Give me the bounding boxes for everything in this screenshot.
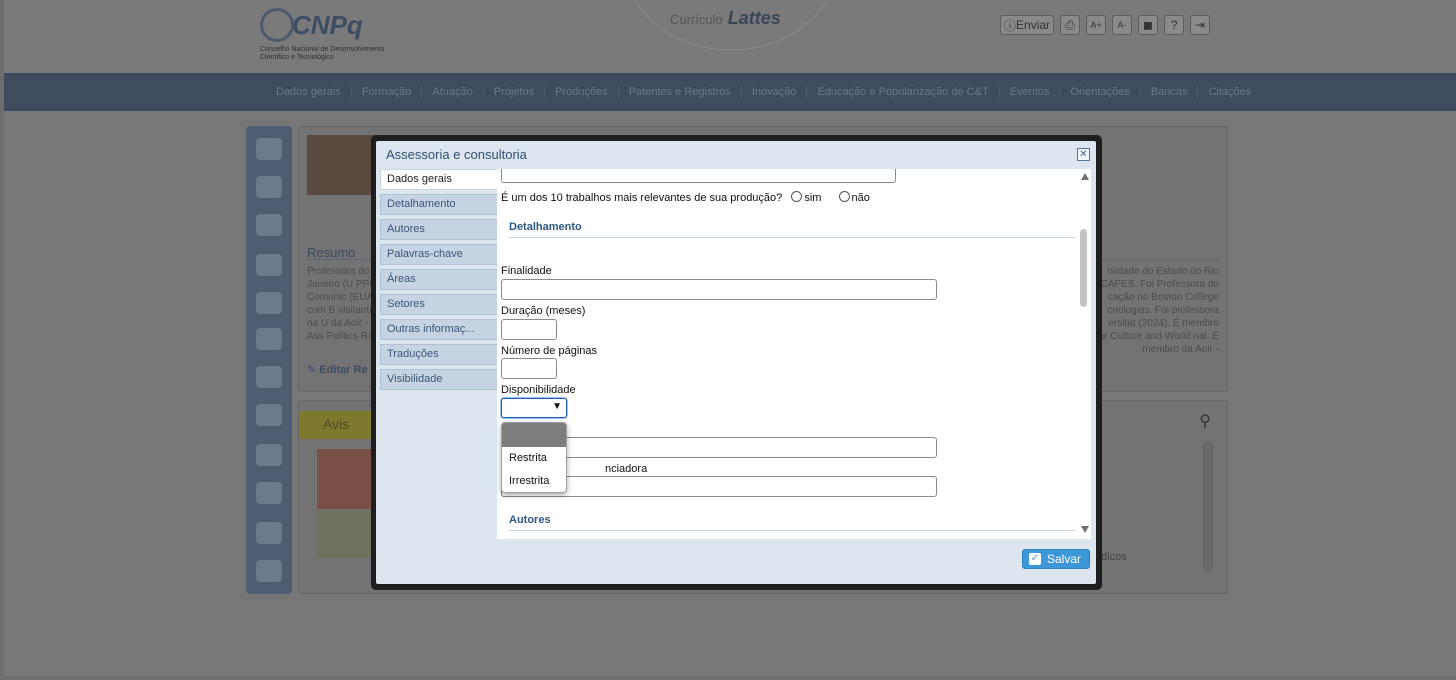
section-autores-divider xyxy=(509,530,1075,531)
info-icon: ⓘ xyxy=(1004,18,1017,33)
tab-setores[interactable]: Setores xyxy=(380,294,498,315)
nav-producoes[interactable]: Produções xyxy=(545,85,619,99)
editar-resumo-link[interactable]: ✎ Editar Re xyxy=(307,363,368,376)
documents-icon[interactable] xyxy=(256,404,282,426)
scroll-up-icon[interactable] xyxy=(1081,173,1089,180)
save-label: Salvar xyxy=(1047,552,1082,566)
disponibilidade-dropdown: Restrita Irrestrita xyxy=(501,422,567,493)
import-icon[interactable] xyxy=(256,560,282,582)
contrast-icon[interactable]: ◼ xyxy=(1138,15,1159,35)
network-icon[interactable] xyxy=(256,138,282,160)
search-icon[interactable]: ⚲ xyxy=(1199,411,1211,431)
tab-outras-informacoes[interactable]: Outras informaç... xyxy=(380,319,498,340)
scroll-thumb[interactable] xyxy=(1080,229,1087,307)
tab-traducoes[interactable]: Traduções xyxy=(380,344,498,365)
aviso-header: Avis xyxy=(299,411,381,439)
finalidade-input[interactable] xyxy=(501,279,937,300)
edit-icon: ✎ xyxy=(307,364,320,376)
modal-tabs: Dados gerais Detalhamento Autores Palavr… xyxy=(380,169,502,394)
disponibilidade-select[interactable]: ▼ xyxy=(501,398,567,418)
head-gear-icon[interactable] xyxy=(256,328,282,350)
resumo-title: Resumo xyxy=(307,245,356,260)
top-header: CNPq Conselho Nacional de Desenvolviment… xyxy=(4,0,1456,73)
save-button[interactable]: ✓ Salvar xyxy=(1022,549,1090,569)
nav-patentes[interactable]: Patentes e Registros xyxy=(619,85,742,99)
nav-formacao[interactable]: Formação xyxy=(352,85,423,99)
nav-educacao[interactable]: Educação e Popularização de C&T xyxy=(807,85,1000,99)
radio-sim-label: sim xyxy=(804,192,822,204)
enviar-button[interactable]: ⓘ Enviar xyxy=(1000,15,1055,35)
export-icon[interactable] xyxy=(256,522,282,544)
previous-field-input[interactable] xyxy=(501,169,896,183)
radio-nao-label: não xyxy=(851,192,870,204)
nav-projetos[interactable]: Projetos xyxy=(484,85,546,99)
nav-citacoes[interactable]: Citações xyxy=(1198,85,1261,99)
help-icon[interactable]: ? xyxy=(1164,15,1185,35)
aviso-scrollbar[interactable] xyxy=(1203,441,1213,571)
nav-inovacao[interactable]: Inovação xyxy=(742,85,808,99)
magnifier-icon[interactable] xyxy=(256,292,282,314)
financiadora-label: nciadora xyxy=(605,463,648,475)
relevant-question: É um dos 10 trabalhos mais relevantes de… xyxy=(501,191,870,204)
editar-label: Editar Re xyxy=(319,364,368,376)
tab-detalhamento[interactable]: Detalhamento xyxy=(380,194,498,215)
nav-orientacoes[interactable]: Orientações xyxy=(1060,85,1141,99)
print-icon[interactable]: ⎙ xyxy=(1060,15,1081,35)
radio-sim[interactable] xyxy=(791,191,803,202)
aviso-label: Avis xyxy=(323,416,350,432)
people-search-icon[interactable] xyxy=(256,254,282,276)
section-detalhamento-divider xyxy=(509,237,1075,238)
duracao-input[interactable] xyxy=(501,319,557,340)
chevron-down-icon: ▼ xyxy=(552,401,562,412)
left-icon-rail xyxy=(246,126,292,594)
lattes-logo-small: Currículo xyxy=(670,12,723,27)
font-decrease-icon[interactable]: A- xyxy=(1112,15,1133,35)
cnpq-logo[interactable]: CNPq Conselho Nacional de Desenvolviment… xyxy=(256,6,396,66)
paginas-input[interactable] xyxy=(501,358,557,379)
exit-icon[interactable]: ⇥ xyxy=(1190,15,1211,35)
tab-palavras-chave[interactable]: Palavras-chave xyxy=(380,244,498,265)
nav-eventos[interactable]: Eventos xyxy=(1000,85,1061,99)
dropdown-option-restrita[interactable]: Restrita xyxy=(502,447,566,470)
lattes-logo: Currículo Lattes xyxy=(670,8,781,29)
assessoria-modal: Assessoria e consultoria ✕ Dados gerais … xyxy=(376,141,1096,584)
relevant-question-text: É um dos 10 trabalhos mais relevantes de… xyxy=(501,192,783,204)
tab-autores[interactable]: Autores xyxy=(380,219,498,240)
cnpq-logo-text: CNPq xyxy=(292,10,363,40)
top-toolbar: ⓘ Enviar ⎙ A+ A- ◼ ? ⇥ xyxy=(1000,15,1211,37)
bus-icon[interactable] xyxy=(256,482,282,504)
modal-content: É um dos 10 trabalhos mais relevantes de… xyxy=(497,169,1091,539)
lattes-logo-big: Lattes xyxy=(727,8,781,28)
section-detalhamento: Detalhamento xyxy=(509,221,582,233)
enviar-label: Enviar xyxy=(1016,18,1051,32)
scroll-down-icon[interactable] xyxy=(1081,526,1089,533)
modal-title: Assessoria e consultoria xyxy=(386,147,527,162)
tab-dados-gerais[interactable]: Dados gerais xyxy=(380,169,502,190)
duracao-label: Duração (meses) xyxy=(501,305,586,317)
tab-visibilidade[interactable]: Visibilidade xyxy=(380,369,498,390)
disponibilidade-label: Disponibilidade xyxy=(501,384,576,396)
dropdown-option-empty[interactable] xyxy=(502,423,566,447)
nav-atuacao[interactable]: Atuação xyxy=(422,85,484,99)
nav-bancas[interactable]: Bancas xyxy=(1141,85,1199,99)
main-nav: Dados gerais Formação Atuação Projetos P… xyxy=(4,73,1456,111)
dropdown-option-irrestrita[interactable]: Irrestrita xyxy=(502,470,566,492)
institution-icon[interactable] xyxy=(256,366,282,388)
id-card-icon[interactable] xyxy=(256,214,282,236)
check-icon: ✓ xyxy=(1029,553,1041,565)
finalidade-label: Finalidade xyxy=(501,265,552,277)
content-scrollbar[interactable] xyxy=(1079,169,1091,539)
tab-areas[interactable]: Áreas xyxy=(380,269,498,290)
close-icon[interactable]: ✕ xyxy=(1077,148,1090,161)
file-icon[interactable] xyxy=(256,444,282,466)
nav-dados-gerais[interactable]: Dados gerais xyxy=(266,85,352,99)
paginas-label: Número de páginas xyxy=(501,345,598,357)
cnpq-mark-icon xyxy=(260,8,294,42)
radio-nao[interactable] xyxy=(838,191,850,202)
section-autores: Autores xyxy=(509,514,551,526)
smile-icon[interactable] xyxy=(256,176,282,198)
font-increase-icon[interactable]: A+ xyxy=(1086,15,1107,35)
cnpq-logo-subtitle: Conselho Nacional de Desenvolvimento Cie… xyxy=(260,46,385,61)
